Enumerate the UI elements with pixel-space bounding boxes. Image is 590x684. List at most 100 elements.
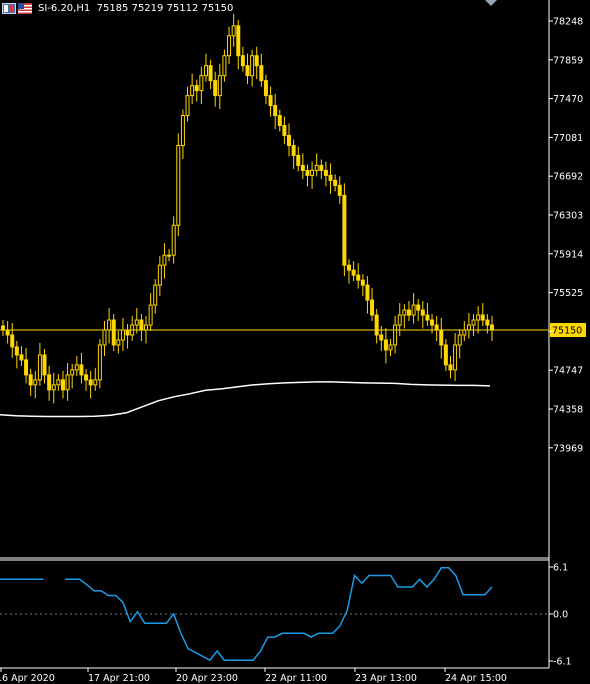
- candle-body[interactable]: [351, 269, 356, 276]
- candle-body[interactable]: [480, 314, 485, 321]
- candle-body[interactable]: [19, 354, 24, 361]
- candle-body[interactable]: [97, 344, 102, 381]
- candle-body[interactable]: [1, 325, 5, 331]
- candle-body[interactable]: [434, 324, 439, 331]
- candle-body[interactable]: [144, 324, 149, 331]
- candle-body[interactable]: [282, 125, 287, 137]
- candle-body[interactable]: [33, 379, 38, 386]
- candle-body[interactable]: [194, 85, 199, 92]
- chart-canvas[interactable]: 75150 78248 77859 77470 77081 76692 76303 7591…: [0, 0, 590, 684]
- candle-body[interactable]: [337, 184, 342, 196]
- candle-body[interactable]: [10, 334, 15, 348]
- candle-body[interactable]: [300, 164, 305, 171]
- candle-body[interactable]: [379, 334, 384, 341]
- candle-body[interactable]: [333, 179, 338, 186]
- candle-body[interactable]: [227, 35, 232, 57]
- candle-body[interactable]: [393, 324, 398, 346]
- candle-body[interactable]: [139, 319, 144, 331]
- candle-body[interactable]: [120, 329, 125, 341]
- candle-body[interactable]: [111, 319, 116, 346]
- candle-body[interactable]: [5, 329, 10, 336]
- candle-body[interactable]: [365, 284, 370, 301]
- candle-body[interactable]: [107, 319, 112, 331]
- candle-body[interactable]: [88, 379, 93, 386]
- candle-body[interactable]: [231, 25, 236, 37]
- candle-body[interactable]: [116, 339, 121, 346]
- candle-body[interactable]: [134, 319, 139, 326]
- candle-body[interactable]: [370, 299, 375, 316]
- candle-body[interactable]: [360, 279, 365, 286]
- candle-body[interactable]: [273, 105, 278, 117]
- candle-body[interactable]: [342, 194, 347, 266]
- candle-body[interactable]: [314, 164, 319, 171]
- candle-body[interactable]: [328, 174, 333, 181]
- candle-body[interactable]: [254, 55, 259, 67]
- candle-body[interactable]: [222, 55, 227, 77]
- candle-body[interactable]: [411, 304, 416, 316]
- chart-window[interactable]: SI-6.20,H1 75185 75219 75112 75150 75150…: [0, 0, 590, 684]
- candle-body[interactable]: [425, 314, 430, 321]
- candle-body[interactable]: [79, 364, 84, 376]
- candle-body[interactable]: [277, 115, 282, 127]
- candle-body[interactable]: [93, 379, 98, 386]
- candle-body[interactable]: [185, 95, 190, 117]
- candle-body[interactable]: [471, 319, 476, 326]
- candle-body[interactable]: [406, 309, 411, 316]
- candle-body[interactable]: [490, 324, 494, 331]
- candle-body[interactable]: [84, 374, 89, 381]
- candle-body[interactable]: [65, 374, 70, 391]
- candle-body[interactable]: [296, 154, 301, 166]
- candle-body[interactable]: [28, 374, 33, 386]
- candle-body[interactable]: [453, 344, 458, 371]
- candle-body[interactable]: [268, 95, 273, 107]
- candle-body[interactable]: [287, 135, 292, 146]
- candle-body[interactable]: [208, 65, 213, 82]
- candle-body[interactable]: [24, 359, 29, 376]
- candle-body[interactable]: [74, 364, 79, 371]
- candles-layer[interactable]: [1, 13, 494, 404]
- candle-body[interactable]: [457, 334, 462, 346]
- candle-body[interactable]: [162, 254, 167, 266]
- candle-body[interactable]: [37, 354, 42, 381]
- candle-body[interactable]: [51, 384, 56, 391]
- candle-body[interactable]: [439, 329, 444, 346]
- candle-body[interactable]: [443, 344, 448, 366]
- candle-body[interactable]: [466, 324, 471, 331]
- candle-body[interactable]: [416, 304, 421, 311]
- candle-body[interactable]: [476, 314, 481, 321]
- candle-body[interactable]: [346, 264, 351, 271]
- candle-body[interactable]: [263, 80, 268, 97]
- candle-body[interactable]: [323, 169, 328, 176]
- candle-body[interactable]: [462, 329, 467, 336]
- candle-body[interactable]: [356, 274, 361, 281]
- candle-body[interactable]: [259, 65, 264, 82]
- candle-body[interactable]: [180, 115, 185, 146]
- candle-body[interactable]: [203, 65, 208, 77]
- candle-body[interactable]: [102, 329, 107, 346]
- candle-body[interactable]: [383, 339, 388, 351]
- candle-body[interactable]: [217, 75, 222, 97]
- candle-body[interactable]: [420, 309, 425, 316]
- candle-body[interactable]: [14, 346, 19, 356]
- candle-body[interactable]: [310, 169, 315, 176]
- candle-body[interactable]: [305, 169, 310, 176]
- candle-body[interactable]: [148, 304, 153, 326]
- candle-body[interactable]: [291, 144, 296, 156]
- candle-body[interactable]: [402, 309, 407, 316]
- candle-body[interactable]: [42, 354, 47, 376]
- candle-body[interactable]: [153, 284, 158, 306]
- candle-body[interactable]: [171, 224, 176, 256]
- candle-body[interactable]: [430, 319, 435, 326]
- candle-body[interactable]: [236, 25, 241, 57]
- candle-body[interactable]: [70, 369, 75, 376]
- candle-body[interactable]: [60, 379, 65, 391]
- candle-body[interactable]: [397, 314, 402, 326]
- indicator-subwindow[interactable]: 6.1 0.0 -6.1: [0, 563, 572, 668]
- candle-body[interactable]: [213, 80, 218, 97]
- candle-body[interactable]: [448, 364, 453, 371]
- candle-body[interactable]: [190, 85, 195, 97]
- candle-body[interactable]: [157, 264, 162, 286]
- candle-body[interactable]: [250, 55, 255, 77]
- candle-body[interactable]: [56, 379, 61, 386]
- candle-body[interactable]: [245, 65, 250, 77]
